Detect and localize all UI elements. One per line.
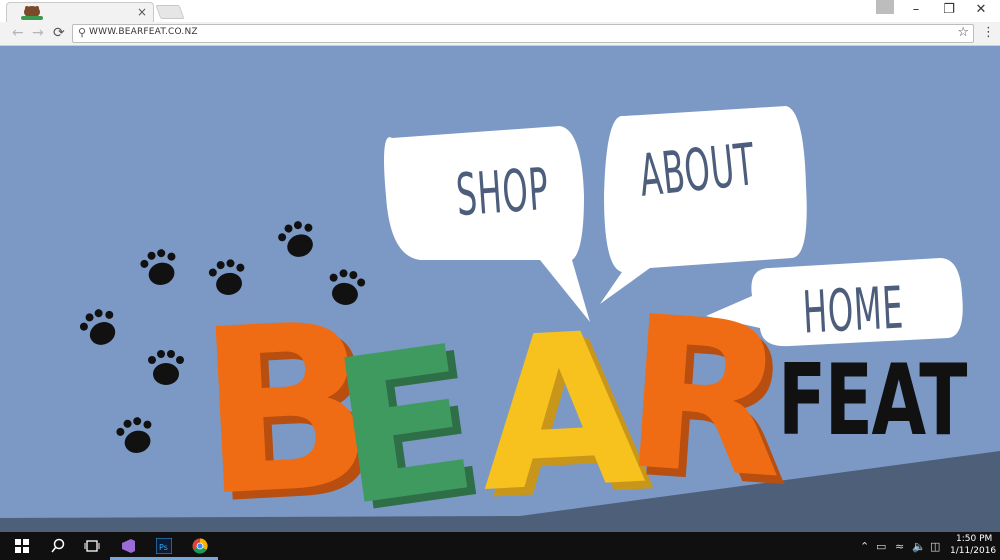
search-icon[interactable] xyxy=(50,538,66,554)
svg-text:Ps: Ps xyxy=(159,543,168,552)
volume-mute-icon[interactable]: 🔈 xyxy=(912,540,926,553)
address-bar[interactable]: ⚲ WWW.BEARFEAT.CO.NZ ☆ xyxy=(72,24,974,43)
restore-button[interactable]: ❐ xyxy=(934,2,964,18)
clock-date[interactable]: 1/11/2016 xyxy=(950,546,996,556)
photoshop-icon[interactable]: Ps xyxy=(156,538,172,554)
paw-print xyxy=(79,309,116,345)
paw-print xyxy=(148,350,184,385)
battery-icon[interactable]: ▭ xyxy=(876,540,886,553)
chrome-icon[interactable] xyxy=(192,538,208,554)
browser-toolbar: ← → ⟳ ⚲ WWW.BEARFEAT.CO.NZ ☆ ⋮ xyxy=(0,22,1000,46)
new-tab-button[interactable] xyxy=(155,5,185,19)
minimize-button[interactable]: – xyxy=(901,2,931,18)
wifi-icon[interactable]: ≈ xyxy=(895,540,904,553)
tray-chevron-icon[interactable]: ⌃ xyxy=(860,540,869,553)
tab-close-icon[interactable]: × xyxy=(137,5,147,19)
close-window-button[interactable]: ✕ xyxy=(966,2,996,18)
clock-time[interactable]: 1:50 PM xyxy=(956,534,992,544)
browser-tab[interactable]: × xyxy=(6,2,154,22)
bear-favicon-icon xyxy=(21,6,43,20)
task-view-icon[interactable] xyxy=(84,538,100,554)
profile-icon[interactable] xyxy=(876,0,894,14)
nav-about-link[interactable]: ABOUT xyxy=(636,130,758,210)
page-canvas: B B E E A A R R SHOP ABOUT HOME FEAT xyxy=(0,46,1000,532)
taskbar: Ps ⌃ ▭ ≈ 🔈 ◫ 1:50 PM 1/11/2016 xyxy=(0,532,1000,560)
search-icon: ⚲ xyxy=(78,26,87,39)
back-button[interactable]: ← xyxy=(12,25,24,41)
nav-home-link[interactable]: HOME xyxy=(801,273,905,346)
reload-button[interactable]: ⟳ xyxy=(53,25,65,41)
paw-print xyxy=(116,417,152,453)
visual-studio-icon[interactable] xyxy=(120,538,136,554)
logo-word-feat: FEAT xyxy=(778,344,967,458)
nav-shop-link[interactable]: SHOP xyxy=(454,155,551,229)
forward-button[interactable]: → xyxy=(32,25,44,41)
notifications-icon[interactable]: ◫ xyxy=(930,540,940,553)
logo-letter-r: R xyxy=(616,270,794,526)
star-icon[interactable]: ☆ xyxy=(957,25,969,40)
paw-print xyxy=(278,221,313,257)
paw-print xyxy=(140,249,176,285)
tab-bar: × – ❐ ✕ xyxy=(0,0,1000,22)
logo-bear: B B E E A A R R xyxy=(192,270,802,532)
more-vert-icon[interactable]: ⋮ xyxy=(982,25,995,40)
url-text[interactable]: WWW.BEARFEAT.CO.NZ xyxy=(89,27,198,37)
start-icon[interactable] xyxy=(14,538,30,554)
